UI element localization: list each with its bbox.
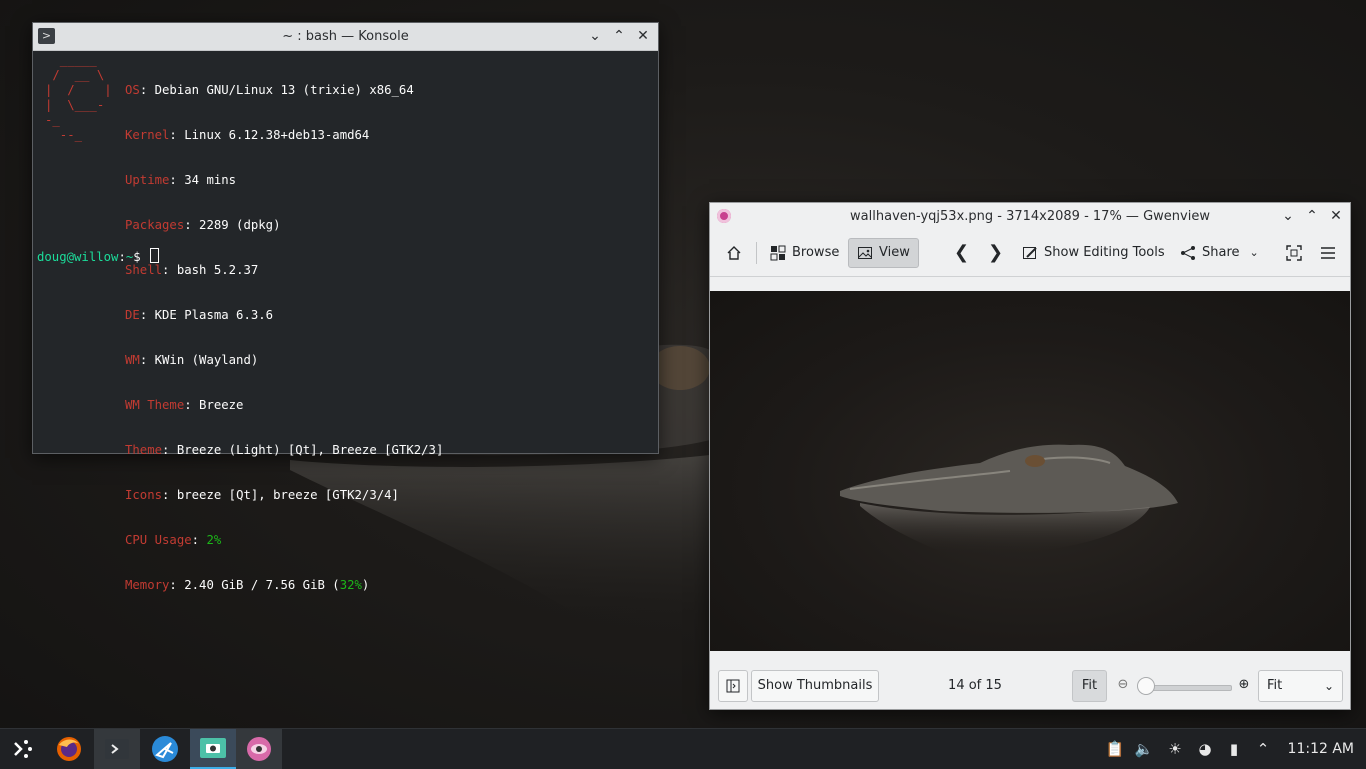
alligator-image: [840, 444, 1178, 554]
previous-button[interactable]: ❮: [946, 238, 977, 268]
chevron-down-icon: ⌄: [1249, 246, 1259, 259]
clock[interactable]: 11:12 AM: [1288, 729, 1354, 769]
wifi-icon[interactable]: ◕: [1194, 729, 1216, 769]
edit-image-icon: [1023, 246, 1037, 259]
window-title: ~ : bash — Konsole: [282, 29, 409, 44]
discover-icon: [152, 736, 178, 762]
gwenview-icon: [247, 737, 271, 761]
zoom-slider-handle[interactable]: [1137, 677, 1155, 695]
sidebar-toggle-button[interactable]: [718, 670, 748, 702]
info-row: Shell: bash 5.2.37: [125, 263, 259, 277]
toolbar-separator: [756, 242, 757, 264]
close-button[interactable]: ✕: [1326, 206, 1346, 226]
image-position: 14 of 15: [948, 678, 1002, 693]
info-row: Kernel: Linux 6.12.38+deb13-amd64: [125, 128, 370, 142]
home-button[interactable]: [720, 238, 748, 268]
volume-icon[interactable]: 🔈: [1133, 729, 1155, 769]
cpu-usage-row: CPU Usage: 2%: [125, 533, 222, 547]
konsole-icon: [105, 739, 129, 759]
application-launcher[interactable]: [0, 729, 46, 769]
close-button[interactable]: ✕: [633, 26, 653, 46]
zoom-slider-track[interactable]: [1146, 685, 1232, 691]
share-button[interactable]: Share ⌄: [1172, 238, 1267, 268]
memory-row: Memory: 2.40 GiB / 7.56 GiB (32%): [125, 578, 370, 592]
terminal-area[interactable]: _____ / __ \ | / | | \___- -_ --_ OS: De…: [37, 53, 654, 592]
text-cursor: [150, 248, 160, 263]
sidebar-icon: [726, 679, 740, 692]
minimize-button[interactable]: ⌄: [585, 26, 605, 46]
gwenview-toolbar: Browse View ❮ ❯ Show Editing Tools Share…: [710, 230, 1350, 277]
firefox-icon: [57, 737, 81, 761]
task-gwenview[interactable]: [236, 729, 282, 769]
fit-button[interactable]: Fit: [1072, 670, 1107, 702]
chevron-down-icon: ⌄: [1323, 679, 1334, 693]
gwenview-titlebar[interactable]: wallhaven-yqj53x.png - 3714x2089 - 17% —…: [710, 203, 1350, 230]
minimize-button[interactable]: ⌄: [1278, 206, 1298, 226]
hamburger-menu-icon: [1321, 246, 1335, 259]
share-icon: [1181, 245, 1195, 260]
gwenview-window[interactable]: wallhaven-yqj53x.png - 3714x2089 - 17% —…: [709, 202, 1351, 710]
maximize-button[interactable]: ⌃: [1302, 206, 1322, 226]
konsole-titlebar[interactable]: > ~ : bash — Konsole ⌄ ⌃ ✕: [33, 23, 658, 51]
maximize-button[interactable]: ⌃: [609, 26, 629, 46]
taskbar: 📋 🔈 ☀ ◕ ▮ ⌃ 11:12 AM: [0, 728, 1366, 769]
fastfetch-info: OS: Debian GNU/Linux 13 (trixie) x86_64 …: [125, 53, 443, 623]
task-firefox[interactable]: [46, 729, 92, 769]
launcher-icon: [14, 740, 32, 758]
zoom-out-icon[interactable]: ⊖: [1115, 677, 1131, 693]
spectacle-icon: [200, 738, 226, 758]
brightness-icon[interactable]: ☀: [1164, 729, 1186, 769]
info-row: Uptime: 34 mins: [125, 173, 237, 187]
next-button[interactable]: ❯: [980, 238, 1011, 268]
clipboard-icon[interactable]: 📋: [1104, 729, 1126, 769]
image-icon: [858, 246, 872, 259]
battery-icon[interactable]: ▮: [1223, 729, 1245, 769]
fullscreen-button[interactable]: [1280, 238, 1310, 268]
show-editing-tools-button[interactable]: Show Editing Tools: [1014, 238, 1173, 268]
view-button[interactable]: View: [848, 238, 919, 268]
zoom-select[interactable]: Fit ⌄: [1258, 670, 1343, 702]
zoom-in-icon[interactable]: ⊕: [1236, 677, 1252, 693]
chevron-left-icon: ❮: [954, 242, 970, 263]
shell-prompt[interactable]: doug@willow:~$: [37, 248, 160, 265]
debian-ascii-logo: _____ / __ \ | / | | \___- -_ --_: [45, 53, 112, 142]
task-discover[interactable]: [142, 729, 188, 769]
image-viewer[interactable]: [710, 291, 1350, 651]
info-row: WM Theme: Breeze: [125, 398, 244, 412]
fullscreen-icon: [1286, 244, 1302, 261]
chevron-right-icon: ❯: [988, 242, 1004, 263]
window-title: wallhaven-yqj53x.png - 3714x2089 - 17% —…: [850, 209, 1210, 224]
info-row: OS: Debian GNU/Linux 13 (trixie) x86_64: [125, 83, 414, 97]
info-row: Packages: 2289 (dpkg): [125, 218, 281, 232]
task-konsole[interactable]: [94, 729, 140, 769]
info-row: Theme: Breeze (Light) [Qt], Breeze [GTK2…: [125, 443, 444, 457]
home-icon: [727, 245, 741, 260]
konsole-window[interactable]: > ~ : bash — Konsole ⌄ ⌃ ✕ _____ / __ \ …: [32, 22, 659, 592]
info-row: Icons: breeze [Qt], breeze [GTK2/3/4]: [125, 488, 399, 502]
browse-grid-icon: [770, 245, 786, 260]
hamburger-menu-button[interactable]: [1314, 238, 1344, 268]
chevron-up-icon[interactable]: ⌃: [1252, 729, 1274, 769]
info-row: WM: KWin (Wayland): [125, 353, 259, 367]
info-row: DE: KDE Plasma 6.3.6: [125, 308, 274, 322]
gwenview-statusbar: Show Thumbnails 14 of 15 Fit ⊖ ⊕ Fit ⌄: [710, 667, 1350, 709]
task-spectacle[interactable]: [190, 729, 236, 769]
browse-button[interactable]: Browse: [762, 238, 847, 268]
show-thumbnails-button[interactable]: Show Thumbnails: [751, 670, 879, 702]
